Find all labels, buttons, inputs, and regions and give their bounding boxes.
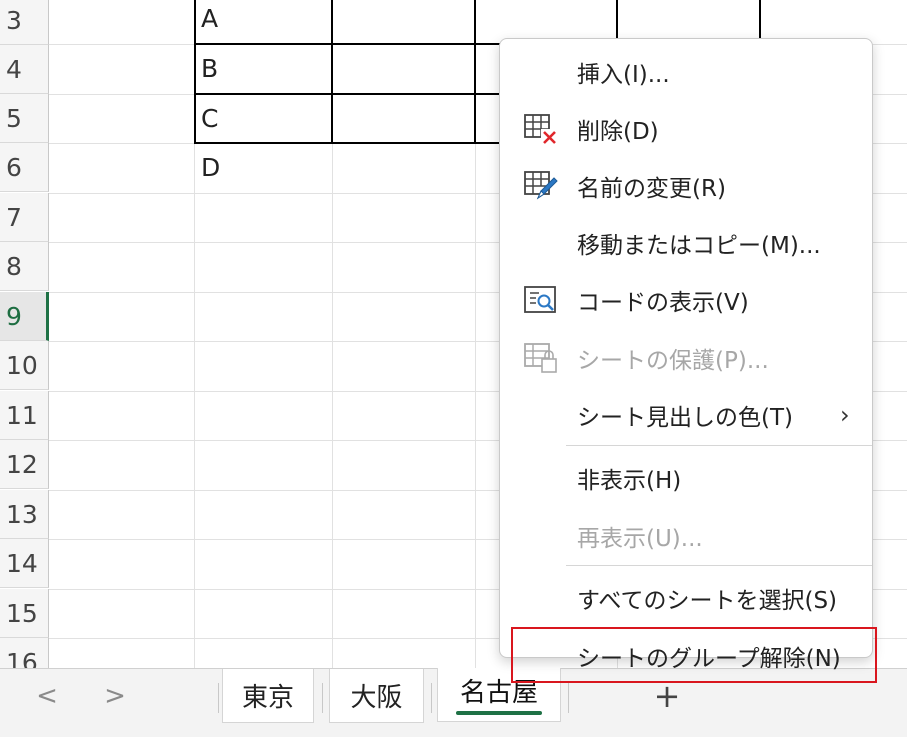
row-number: 4 bbox=[6, 54, 22, 84]
cell-value[interactable]: C bbox=[201, 104, 218, 133]
cell-value[interactable]: D bbox=[201, 153, 220, 182]
menu-item-label: シートの保護(P)... bbox=[577, 347, 769, 374]
active-tab-indicator bbox=[456, 711, 542, 715]
row-header-active[interactable]: 9 bbox=[0, 292, 49, 341]
menu-item-unhide[interactable]: 再表示(U)... bbox=[500, 507, 872, 564]
menu-item-label: 非表示(H) bbox=[577, 467, 682, 494]
row-header[interactable]: 15 bbox=[0, 589, 49, 638]
menu-item-hide[interactable]: 非表示(H) bbox=[500, 449, 872, 506]
table-border bbox=[194, 142, 504, 144]
table-border bbox=[474, 0, 476, 144]
row-number: 14 bbox=[6, 548, 38, 578]
row-header[interactable]: 5 bbox=[0, 94, 49, 143]
row-header[interactable]: 16 bbox=[0, 638, 49, 668]
menu-separator bbox=[566, 445, 872, 446]
row-number: 15 bbox=[6, 598, 38, 628]
rename-sheet-icon bbox=[524, 170, 558, 202]
menu-item-label: コードの表示(V) bbox=[577, 289, 749, 316]
highlight-box bbox=[511, 627, 877, 683]
row-header[interactable]: 3 bbox=[0, 0, 49, 45]
menu-item-delete[interactable]: 削除(D) bbox=[500, 100, 872, 157]
menu-item-protect-sheet[interactable]: シートの保護(P)... bbox=[500, 329, 872, 386]
row-header[interactable]: 6 bbox=[0, 143, 49, 192]
menu-separator bbox=[566, 565, 872, 566]
row-number: 3 bbox=[6, 5, 22, 35]
row-header[interactable]: 8 bbox=[0, 242, 49, 291]
menu-item-move-copy[interactable]: 移動またはコピー(M)... bbox=[500, 214, 872, 271]
sheet-tab-osaka[interactable]: 大阪 bbox=[329, 669, 424, 723]
row-header[interactable]: 7 bbox=[0, 193, 49, 242]
cell-value[interactable]: A bbox=[201, 4, 218, 33]
protect-sheet-icon bbox=[524, 342, 558, 374]
view-code-icon bbox=[524, 284, 558, 316]
menu-item-label: 移動またはコピー(M)... bbox=[577, 232, 821, 259]
delete-sheet-icon bbox=[524, 113, 558, 145]
tab-separator bbox=[431, 683, 432, 713]
menu-item-insert[interactable]: 挿入(I)... bbox=[500, 43, 872, 100]
sheet-context-menu: 挿入(I)... 削除(D) 名前の変更(R) 移動またはコピー(M)... コ… bbox=[499, 38, 873, 672]
sheet-tab-label: 大阪 bbox=[350, 683, 403, 713]
table-border bbox=[194, 93, 504, 95]
row-number: 8 bbox=[6, 251, 22, 281]
row-header[interactable]: 4 bbox=[0, 45, 49, 94]
tab-separator bbox=[568, 683, 569, 713]
row-header[interactable]: 11 bbox=[0, 391, 49, 440]
row-number: 16 bbox=[6, 647, 38, 669]
menu-item-label: 挿入(I)... bbox=[577, 61, 670, 88]
menu-item-rename[interactable]: 名前の変更(R) bbox=[500, 157, 872, 214]
prev-sheet-button[interactable]: < bbox=[32, 681, 62, 711]
row-number: 9 bbox=[6, 301, 22, 331]
menu-item-label: 再表示(U)... bbox=[577, 525, 703, 552]
row-header[interactable]: 14 bbox=[0, 539, 49, 588]
tab-separator bbox=[218, 683, 219, 713]
menu-item-tab-color[interactable]: シート見出しの色(T) › bbox=[500, 386, 872, 443]
table-border bbox=[331, 0, 333, 144]
row-number: 6 bbox=[6, 152, 22, 182]
row-header[interactable]: 12 bbox=[0, 440, 49, 489]
menu-item-label: 削除(D) bbox=[577, 118, 659, 145]
sheet-tab-tokyo[interactable]: 東京 bbox=[222, 669, 314, 723]
menu-item-select-all-sheets[interactable]: すべてのシートを選択(S) bbox=[500, 569, 872, 626]
row-header[interactable]: 10 bbox=[0, 341, 49, 390]
row-number: 11 bbox=[6, 400, 38, 430]
row-number: 13 bbox=[6, 499, 38, 529]
submenu-chevron-icon: › bbox=[840, 400, 850, 429]
cell-value[interactable]: B bbox=[201, 54, 218, 83]
tab-separator bbox=[322, 683, 323, 713]
row-number: 10 bbox=[6, 350, 38, 380]
menu-item-label: シート見出しの色(T) bbox=[577, 404, 793, 431]
menu-item-label: すべてのシートを選択(S) bbox=[577, 587, 838, 614]
row-number: 5 bbox=[6, 103, 22, 133]
table-border bbox=[194, 0, 196, 144]
menu-item-view-code[interactable]: コードの表示(V) bbox=[500, 271, 872, 328]
menu-item-label: 名前の変更(R) bbox=[577, 175, 726, 202]
row-number: 12 bbox=[6, 449, 38, 479]
table-border bbox=[194, 43, 504, 45]
next-sheet-button[interactable]: > bbox=[100, 681, 130, 711]
row-header[interactable]: 13 bbox=[0, 490, 49, 539]
sheet-tab-label: 東京 bbox=[241, 683, 294, 713]
row-number: 7 bbox=[6, 202, 22, 232]
